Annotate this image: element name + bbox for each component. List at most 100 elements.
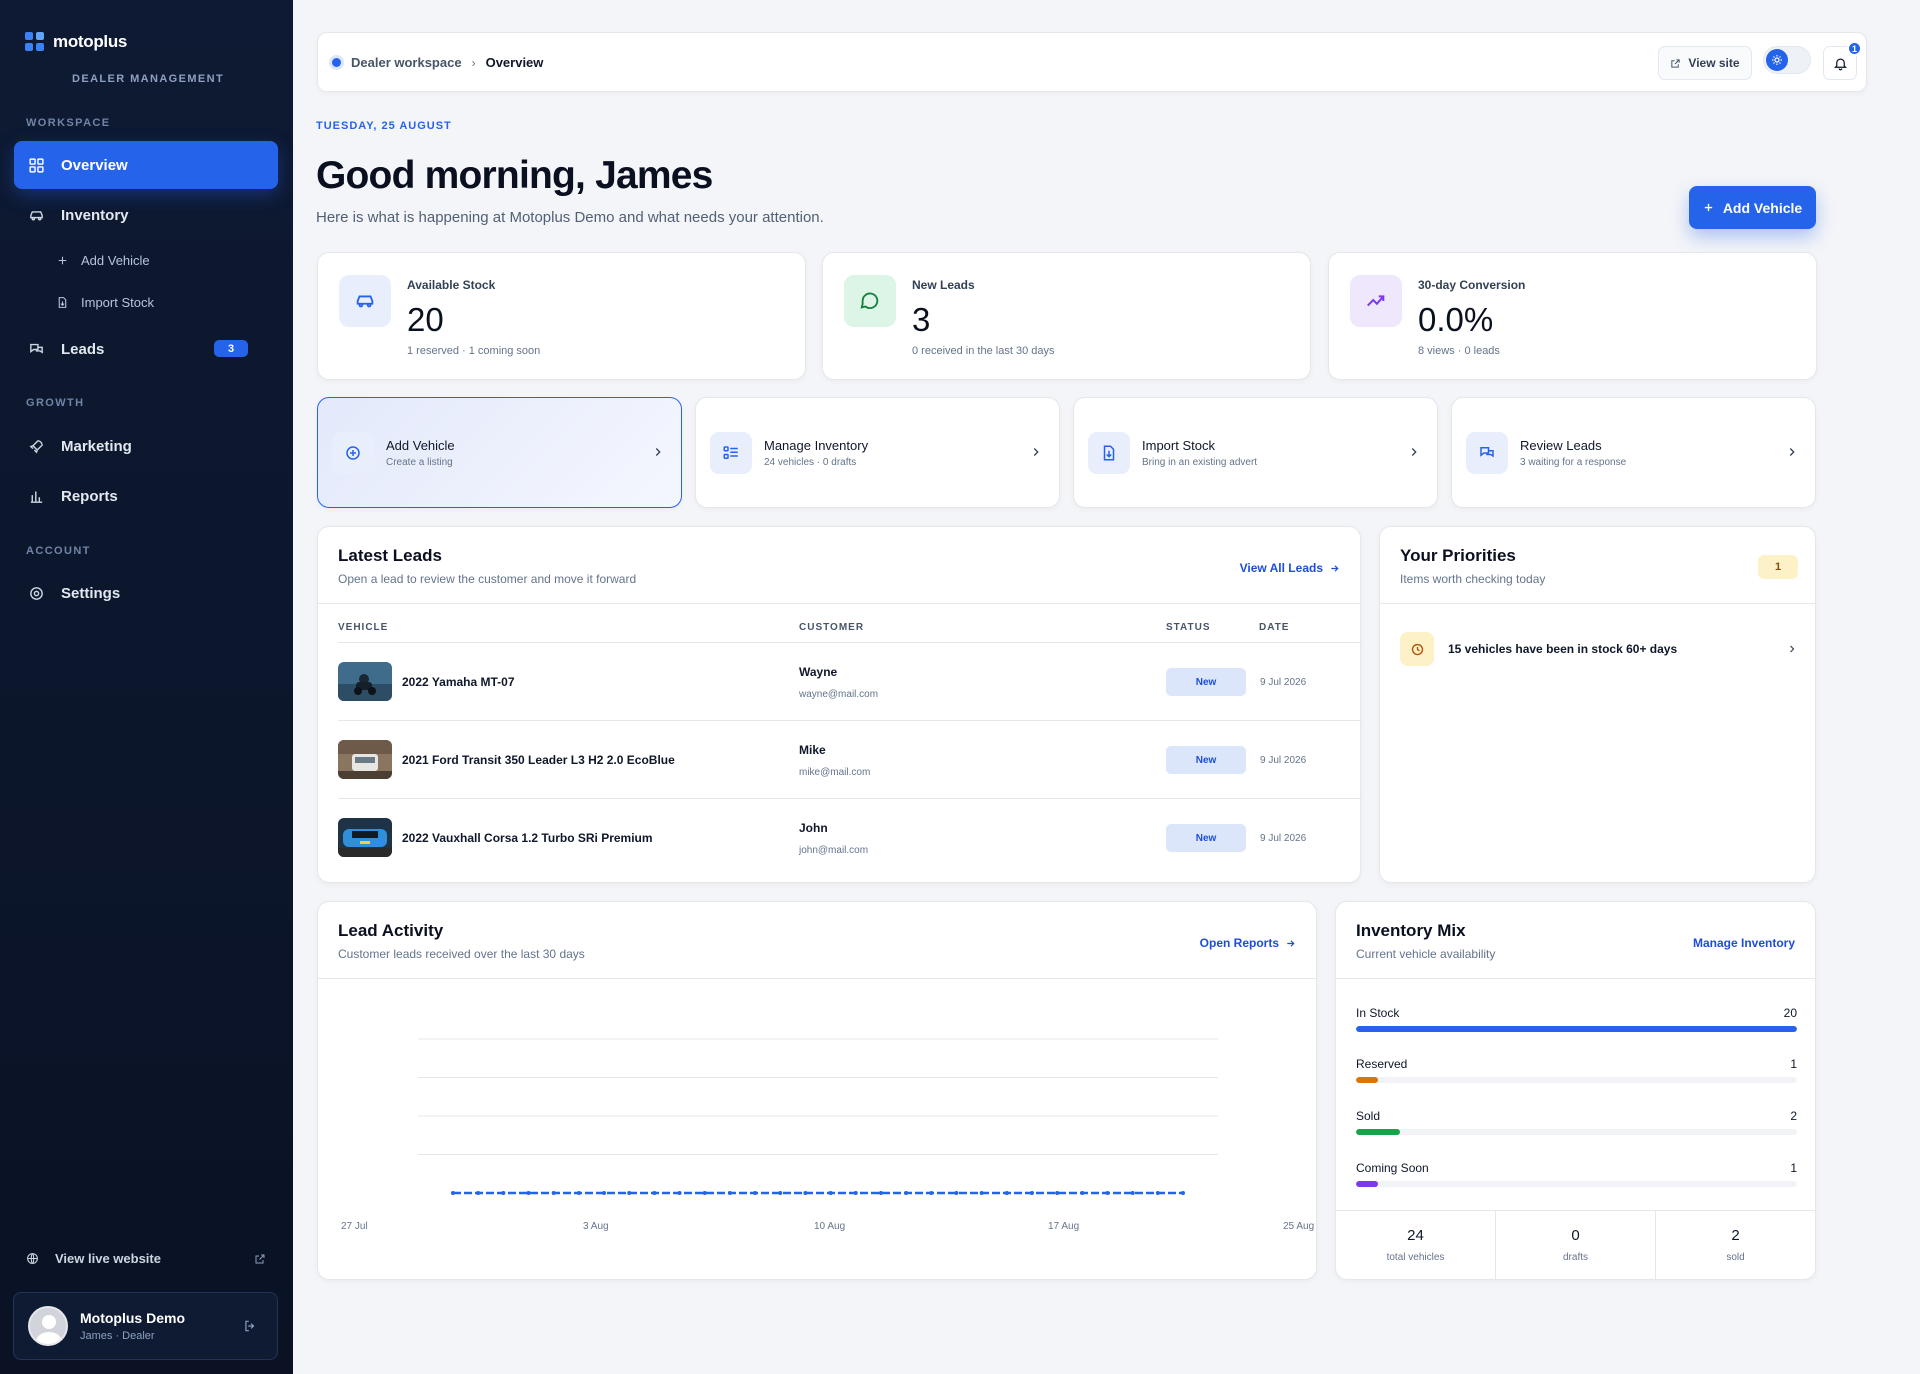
table-row[interactable]: 2021 Ford Transit 350 Leader L3 H2 2.0 E… <box>338 720 1362 798</box>
customer-email: wayne@mail.com <box>799 689 879 700</box>
view-all-leads-link[interactable]: View All Leads <box>1240 561 1340 575</box>
motoplus-logo-icon <box>25 32 45 52</box>
data-point <box>702 1191 707 1195</box>
lead-date: 9 Jul 2026 <box>1260 677 1307 688</box>
mix-value: 1 <box>1790 1057 1797 1071</box>
mix-fill <box>1356 1129 1401 1135</box>
brand-subtitle: DEALER MANAGEMENT <box>72 73 225 85</box>
mix-track <box>1356 1129 1797 1135</box>
bar-chart-icon <box>30 491 43 503</box>
quick-action-sub: 24 vehicles · 0 drafts <box>764 457 857 468</box>
current-date: TUESDAY, 25 AUGUST <box>316 120 452 132</box>
column-header-customer: CUSTOMER <box>799 622 865 633</box>
section-label-account: ACCOUNT <box>26 545 91 557</box>
view-site-label: View site <box>1688 56 1740 70</box>
latest-leads-panel: Latest Leads Open a lead to review the c… <box>317 526 1362 883</box>
breadcrumb-current: Overview <box>485 55 544 70</box>
priority-item[interactable]: 15 vehicles have been in stock 60+ days <box>1400 629 1798 669</box>
divider <box>318 978 1316 979</box>
add-vehicle-button[interactable]: Add Vehicle <box>1689 186 1816 229</box>
quick-action-import-stock[interactable]: Import Stock Bring in an existing advert <box>1073 397 1438 508</box>
sidebar-item-label: Inventory <box>61 206 129 224</box>
message-circle-icon <box>844 275 896 327</box>
grid-icon <box>29 157 44 173</box>
open-reports-link[interactable]: Open Reports <box>1200 936 1296 950</box>
status-badge: New <box>1166 746 1246 774</box>
data-point <box>451 1191 455 1195</box>
data-point <box>652 1191 657 1195</box>
quick-action-review-leads[interactable]: Review Leads 3 waiting for a response <box>1451 397 1816 508</box>
mix-value: 2 <box>1790 1109 1797 1123</box>
chevron-right-icon <box>655 448 661 456</box>
sidebar-subitem-import-stock[interactable]: Import Stock <box>56 290 154 314</box>
data-point <box>853 1191 858 1195</box>
sidebar-item-overview[interactable]: Overview <box>14 141 278 189</box>
sidebar-item-leads[interactable]: Leads 3 <box>14 325 278 373</box>
car-icon <box>339 275 391 327</box>
sidebar-item-label: Marketing <box>61 437 132 455</box>
quick-action-sub: 3 waiting for a response <box>1520 457 1627 468</box>
total-drafts: 0 drafts <box>1496 1211 1656 1280</box>
table-row[interactable]: 2022 Yamaha MT-07 Wayne wayne@mail.com N… <box>338 642 1362 720</box>
stat-value: 0.0% <box>1418 301 1494 338</box>
view-site-button[interactable]: View site <box>1658 46 1752 80</box>
priority-text: 15 vehicles have been in stock 60+ days <box>1448 642 1678 656</box>
notifications-button[interactable]: 1 <box>1823 41 1862 80</box>
quick-action-add-vehicle[interactable]: Add Vehicle Create a listing <box>317 397 682 508</box>
x-tick-label: 10 Aug <box>814 1221 845 1232</box>
avatar <box>28 1306 68 1346</box>
theme-toggle[interactable] <box>1763 46 1811 74</box>
column-header-status: STATUS <box>1166 622 1211 633</box>
status-badge: New <box>1166 668 1246 696</box>
top-bar: Dealer workspace › Overview View site 1 <box>317 32 1867 92</box>
vehicle-thumbnail <box>338 818 392 857</box>
data-point <box>778 1191 783 1195</box>
mix-track <box>1356 1026 1797 1032</box>
sidebar-item-label: Reports <box>61 487 118 505</box>
trending-up-icon <box>1350 275 1402 327</box>
divider <box>1336 978 1815 979</box>
sidebar-item-label: Settings <box>61 584 121 602</box>
logout-icon[interactable] <box>243 1319 257 1333</box>
plus-circle-icon <box>332 432 374 474</box>
status-badge: New <box>1166 824 1246 852</box>
data-point <box>727 1191 732 1195</box>
sidebar-item-settings[interactable]: Settings <box>14 569 278 617</box>
plus-icon <box>1704 203 1712 212</box>
panel-title: Your Priorities <box>1400 546 1516 565</box>
sidebar-subitem-add-vehicle[interactable]: Add Vehicle <box>56 248 150 272</box>
x-tick-label: 27 Jul <box>341 1221 368 1232</box>
vehicle-thumbnail <box>338 740 392 779</box>
manage-inventory-link[interactable]: Manage Inventory <box>1693 936 1795 950</box>
sidebar-item-reports[interactable]: Reports <box>14 472 278 520</box>
mix-fill <box>1356 1181 1379 1187</box>
customer-name: Mike <box>799 743 826 757</box>
stat-card-new-leads: New Leads 3 0 received in the last 30 da… <box>822 252 1311 380</box>
data-point <box>1181 1191 1185 1195</box>
stat-sub: 0 received in the last 30 days <box>912 345 1055 357</box>
table-row[interactable]: 2022 Vauxhall Corsa 1.2 Turbo SRi Premiu… <box>338 798 1362 876</box>
divider <box>318 603 1360 604</box>
data-point <box>954 1191 959 1195</box>
x-tick-label: 3 Aug <box>583 1221 609 1232</box>
arrow-right-icon <box>1331 564 1339 572</box>
breadcrumb-workspace[interactable]: Dealer workspace <box>351 55 462 70</box>
view-live-website-link[interactable]: View live website <box>26 1251 266 1266</box>
user-card[interactable]: Motoplus Demo James · Dealer <box>13 1292 278 1360</box>
stat-value: 3 <box>912 301 931 338</box>
stat-card-conversion: 30-day Conversion 0.0% 8 views · 0 leads <box>1328 252 1817 380</box>
file-import-icon <box>58 296 67 308</box>
stat-label: New Leads <box>912 278 975 292</box>
status-dot-icon <box>332 58 341 67</box>
mix-label: Reserved <box>1356 1057 1408 1071</box>
brand[interactable]: motoplus <box>25 32 127 52</box>
sidebar-item-marketing[interactable]: Marketing <box>14 422 278 470</box>
sidebar-item-inventory[interactable]: Inventory <box>14 191 278 239</box>
total-caption: drafts <box>1562 1252 1588 1263</box>
total-caption: total vehicles <box>1386 1252 1445 1263</box>
mix-label: Coming Soon <box>1356 1161 1429 1175</box>
user-role: James · Dealer <box>80 1330 155 1342</box>
priorities-count-badge: 1 <box>1758 555 1798 579</box>
page-subtitle: Here is what is happening at Motoplus De… <box>316 209 824 226</box>
quick-action-manage-inventory[interactable]: Manage Inventory 24 vehicles · 0 drafts <box>695 397 1060 508</box>
